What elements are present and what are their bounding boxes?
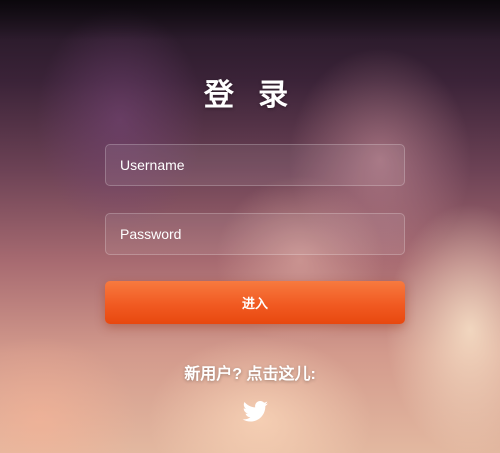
register-link[interactable]: 新用户? 点击这儿: bbox=[0, 360, 500, 384]
password-input[interactable] bbox=[105, 213, 405, 255]
twitter-bird-icon[interactable] bbox=[240, 398, 270, 422]
twitter-bird-svg bbox=[242, 401, 268, 422]
page-title: 登 录 bbox=[203, 79, 297, 112]
username-input[interactable] bbox=[105, 144, 405, 186]
login-page: 登 录 进入 新用户? 点击这儿: bbox=[0, 0, 500, 453]
login-button[interactable]: 进入 bbox=[105, 281, 405, 324]
